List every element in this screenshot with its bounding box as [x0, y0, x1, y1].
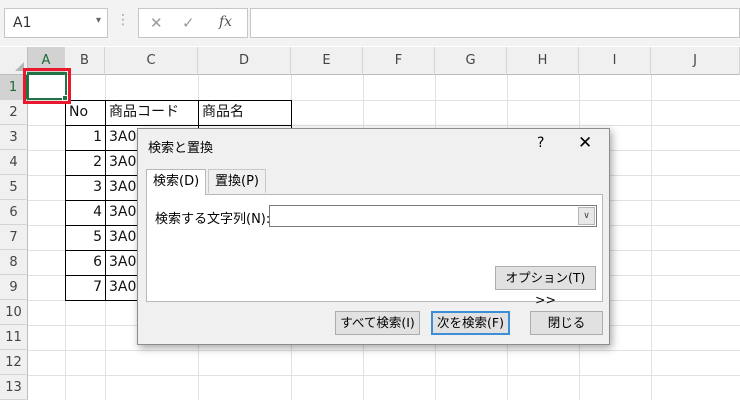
find-all-button[interactable]: すべて検索(I) — [335, 311, 420, 335]
row-header-6[interactable]: 6 — [0, 200, 28, 225]
cell-b8[interactable]: 6 — [66, 250, 105, 275]
find-what-combobox[interactable]: ∨ — [269, 205, 597, 227]
row-header-11[interactable]: 11 — [0, 325, 28, 350]
find-what-input[interactable] — [272, 207, 572, 225]
name-box[interactable]: A1 ▾ — [4, 8, 108, 38]
formula-bar: A1 ▾ ⋮ ✕ ✓ fx — [0, 0, 740, 46]
cancel-icon[interactable]: ✕ — [150, 14, 163, 32]
row-header-10[interactable]: 10 — [0, 300, 28, 325]
row-header-8[interactable]: 8 — [0, 250, 28, 275]
row-header-12[interactable]: 12 — [0, 350, 28, 375]
highlight-box — [23, 68, 71, 104]
column-header-f[interactable]: F — [363, 47, 435, 75]
cell-d2[interactable]: 商品名 — [199, 100, 291, 125]
gridline — [651, 75, 652, 400]
close-icon[interactable]: ✕ — [578, 133, 592, 153]
formula-bar-buttons: ✕ ✓ fx — [138, 8, 248, 38]
find-what-label: 検索する文字列(N): — [155, 212, 271, 227]
cell-b5[interactable]: 3 — [66, 175, 105, 200]
tab-replace[interactable]: 置換(P) — [208, 169, 266, 193]
column-header-b[interactable]: B — [65, 47, 105, 75]
find-tab-panel: 検索する文字列(N): ∨ オプション(T) >> — [146, 194, 603, 307]
column-header-d[interactable]: D — [198, 47, 291, 75]
row-header-13[interactable]: 13 — [0, 375, 28, 400]
gridline — [28, 375, 740, 376]
tab-find[interactable]: 検索(D) — [146, 169, 207, 195]
row-header-3[interactable]: 3 — [0, 125, 28, 150]
row-header-9[interactable]: 9 — [0, 275, 28, 300]
formula-input[interactable] — [250, 8, 740, 38]
cell-b3[interactable]: 1 — [66, 125, 105, 150]
dialog-title: 検索と置換 — [148, 141, 214, 156]
column-header-e[interactable]: E — [291, 47, 363, 75]
row-header-4[interactable]: 4 — [0, 150, 28, 175]
row-header-5[interactable]: 5 — [0, 175, 28, 200]
find-next-button[interactable]: 次を検索(F) — [431, 311, 510, 335]
cell-b4[interactable]: 2 — [66, 150, 105, 175]
cell-c2[interactable]: 商品コード — [106, 100, 198, 125]
insert-function-icon[interactable]: fx — [219, 14, 232, 30]
enter-icon[interactable]: ✓ — [182, 14, 195, 32]
column-header-c[interactable]: C — [105, 47, 198, 75]
find-replace-dialog: 検索と置換 ? ✕ 検索(D) 置換(P) 検索する文字列(N): ∨ オプショ… — [137, 128, 610, 345]
grip-icon: ⋮ — [116, 12, 130, 28]
options-button[interactable]: オプション(T) >> — [495, 266, 596, 307]
help-button[interactable]: ? — [537, 135, 544, 151]
name-box-value: A1 — [13, 15, 32, 31]
cell-b7[interactable]: 5 — [66, 225, 105, 250]
cell-b2[interactable]: No — [66, 100, 105, 125]
column-header-j[interactable]: J — [651, 47, 740, 75]
gridline — [28, 350, 740, 351]
column-header-h[interactable]: H — [507, 47, 579, 75]
row-header-7[interactable]: 7 — [0, 225, 28, 250]
close-button[interactable]: 閉じる — [530, 311, 603, 335]
column-header-g[interactable]: G — [435, 47, 507, 75]
cell-b9[interactable]: 7 — [66, 275, 105, 300]
cell-b6[interactable]: 4 — [66, 200, 105, 225]
column-header-i[interactable]: I — [579, 47, 651, 75]
chevron-down-icon[interactable]: ▾ — [96, 15, 101, 26]
chevron-down-icon[interactable]: ∨ — [578, 207, 595, 225]
